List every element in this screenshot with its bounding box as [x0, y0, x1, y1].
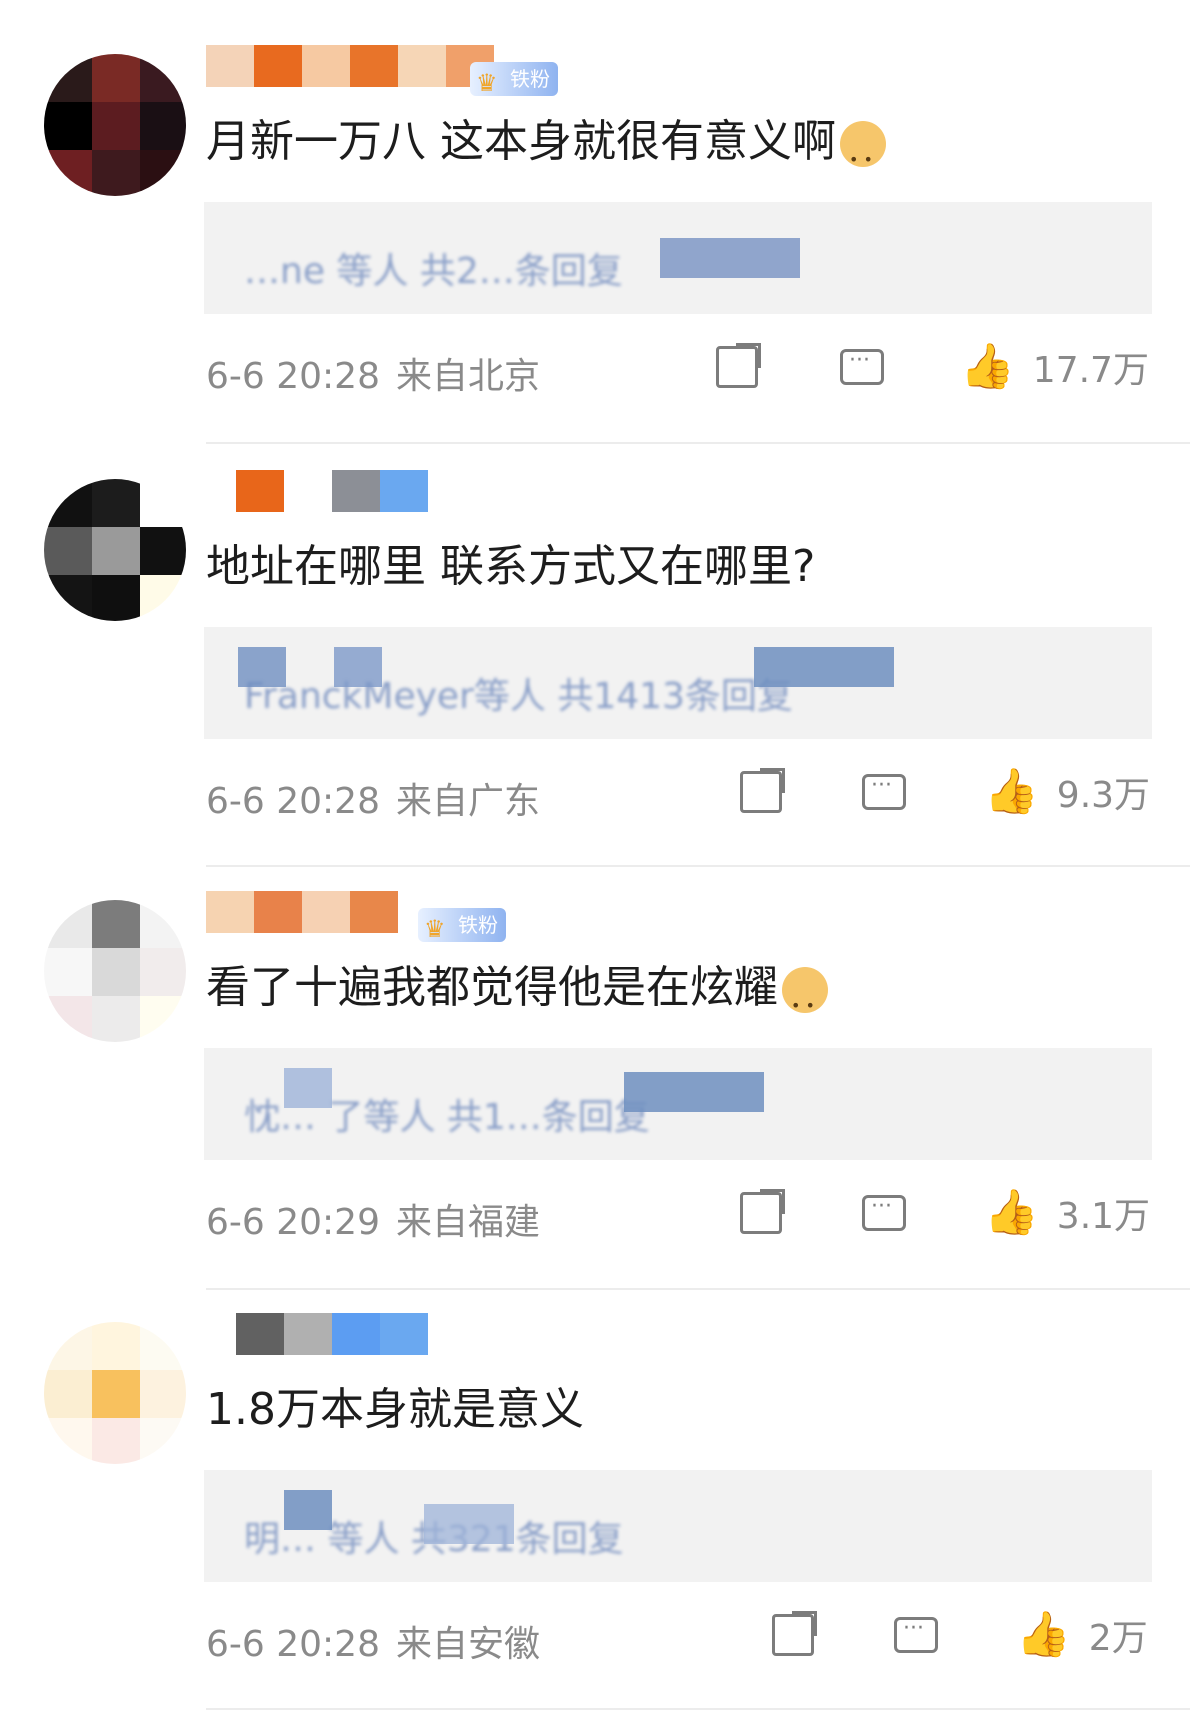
reply-button[interactable] — [894, 1610, 938, 1660]
comment-icon — [894, 1616, 938, 1653]
location: 来自北京 — [396, 356, 541, 397]
location: 来自福建 — [396, 1202, 541, 1243]
reply-button[interactable] — [862, 767, 906, 817]
share-icon — [740, 1192, 782, 1234]
comment-icon — [840, 348, 884, 385]
like-button[interactable]: 👍 2万 — [1016, 1610, 1148, 1660]
reply-preview[interactable]: …ne 等人 共2…条回复 — [204, 202, 1152, 314]
divider — [206, 1708, 1190, 1710]
like-count: 3.1万 — [1056, 1196, 1151, 1237]
share-button[interactable] — [716, 342, 758, 392]
share-icon — [740, 771, 782, 813]
comment-card: 地址在哪里 联系方式又在哪里? FranckMeyer等人 共1413条回复 6… — [0, 467, 1198, 887]
reply-preview[interactable]: 明… 等人 共321条回复 — [204, 1470, 1152, 1582]
like-button[interactable]: 👍 17.7万 — [960, 342, 1149, 392]
timestamp: 6-6 20:28 — [206, 1624, 380, 1665]
divider — [206, 865, 1190, 867]
reply-preview[interactable]: 忱… 了等人 共1…条回复 — [204, 1048, 1152, 1160]
divider — [206, 442, 1190, 444]
comment-icon — [862, 1194, 906, 1231]
comment-meta: 6-6 20:28 来自广东 — [206, 772, 540, 824]
timestamp: 6-6 20:29 — [206, 1202, 380, 1243]
timestamp: 6-6 20:28 — [206, 781, 380, 822]
avatar[interactable] — [44, 479, 186, 621]
fan-badge: ♛ 铁粉 — [470, 62, 558, 97]
comment-meta: 6-6 20:28 来自安徽 — [206, 1615, 540, 1667]
username-blurred[interactable] — [236, 1310, 428, 1358]
timestamp: 6-6 20:28 — [206, 356, 380, 397]
comment-card: ♛ 铁粉 月新一万八 这本身就很有意义啊 …ne 等人 共2…条回复 6-6 2… — [0, 42, 1198, 462]
comment-card: 1.8万本身就是意义 明… 等人 共321条回复 6-6 20:28 来自安徽 👍… — [0, 1310, 1198, 1730]
thumbs-up-icon: 👍 — [960, 341, 1015, 392]
comment-meta: 6-6 20:28 来自北京 — [206, 347, 540, 399]
reply-button[interactable] — [840, 342, 884, 392]
avatar[interactable] — [44, 900, 186, 1042]
comment-text: 月新一万八 这本身就很有意义啊 — [206, 112, 886, 190]
like-count: 2万 — [1088, 1618, 1148, 1659]
comment-text: 1.8万本身就是意义 — [206, 1384, 584, 1435]
username-blurred[interactable] — [236, 467, 428, 515]
like-count: 17.7万 — [1032, 350, 1149, 391]
fan-badge: ♛ 铁粉 — [418, 908, 506, 943]
username-blurred[interactable] — [206, 42, 494, 90]
like-count: 9.3万 — [1056, 775, 1151, 816]
share-icon — [772, 1614, 814, 1656]
comment-text: 地址在哪里 联系方式又在哪里? — [206, 541, 816, 592]
doge-emoji-icon — [782, 967, 828, 1036]
location: 来自广东 — [396, 781, 541, 822]
doge-emoji-icon — [840, 121, 886, 190]
crown-icon: ♛ — [476, 69, 498, 97]
crown-icon: ♛ — [424, 915, 446, 943]
comment-text: 看了十遍我都觉得他是在炫耀 — [206, 958, 828, 1036]
avatar[interactable] — [44, 54, 186, 196]
thumbs-up-icon: 👍 — [1016, 1609, 1071, 1660]
divider — [206, 1288, 1190, 1290]
thumbs-up-icon: 👍 — [984, 766, 1039, 817]
share-button[interactable] — [740, 767, 782, 817]
location: 来自安徽 — [396, 1624, 541, 1665]
like-button[interactable]: 👍 9.3万 — [984, 767, 1150, 817]
username-blurred[interactable] — [206, 888, 398, 936]
reply-preview[interactable]: FranckMeyer等人 共1413条回复 — [204, 627, 1152, 739]
comment-icon — [862, 773, 906, 810]
avatar[interactable] — [44, 1322, 186, 1464]
reply-button[interactable] — [862, 1188, 906, 1238]
share-button[interactable] — [772, 1610, 814, 1660]
comment-meta: 6-6 20:29 来自福建 — [206, 1193, 540, 1245]
comment-card: ♛ 铁粉 看了十遍我都觉得他是在炫耀 忱… 了等人 共1…条回复 6-6 20:… — [0, 888, 1198, 1308]
share-button[interactable] — [740, 1188, 782, 1238]
share-icon — [716, 346, 758, 388]
like-button[interactable]: 👍 3.1万 — [984, 1188, 1150, 1238]
thumbs-up-icon: 👍 — [984, 1187, 1039, 1238]
